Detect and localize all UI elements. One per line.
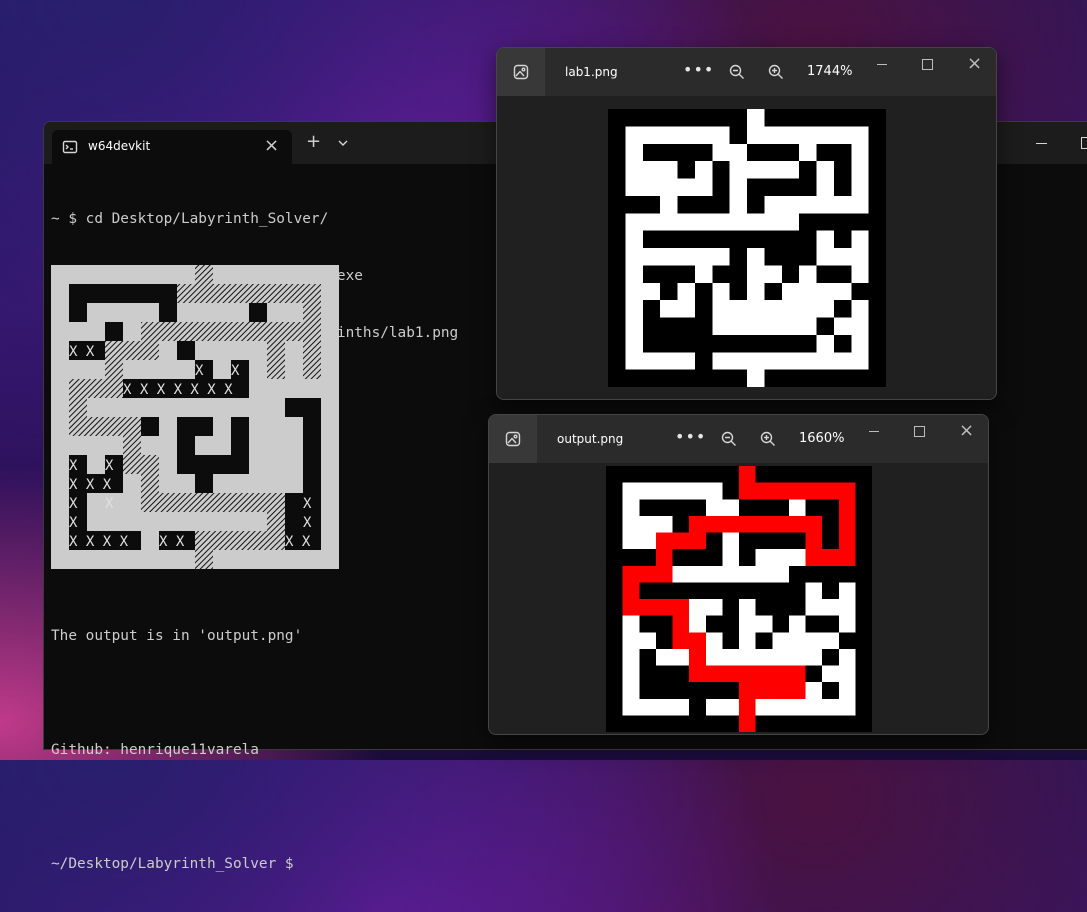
zoom-out-icon[interactable] <box>721 431 737 447</box>
svg-text:X: X <box>69 515 78 531</box>
terminal-output-tail: The output is in 'output.png' Github: he… <box>51 589 302 912</box>
maze-image <box>608 109 886 387</box>
ascii-maze: X X X X X X X X X X X X X X X X X X X X … <box>51 265 339 573</box>
close-tab-icon[interactable]: × <box>264 136 279 156</box>
solved-maze-image <box>606 466 872 732</box>
terminal-prompt[interactable]: ~/Desktop/Labyrinth_Solver $ <box>51 855 302 874</box>
svg-text:X: X <box>195 363 204 379</box>
zoom-in-icon[interactable] <box>760 431 776 447</box>
more-options-icon[interactable]: ••• <box>683 60 714 79</box>
minimize-button[interactable] <box>1036 143 1047 144</box>
svg-text:X X X X X X X: X X X X X X X <box>123 382 233 398</box>
svg-text:X: X <box>105 458 114 474</box>
photo-titlebar: lab1.png ••• 1744% × <box>497 48 996 96</box>
svg-text:X: X <box>303 496 312 512</box>
terminal-line: The output is in 'output.png' <box>51 628 303 644</box>
photo-viewer-lab1: lab1.png ••• 1744% × <box>496 47 997 400</box>
more-options-icon[interactable]: ••• <box>675 427 706 446</box>
svg-text:X X: X X <box>285 534 311 550</box>
new-tab-button[interactable]: + <box>306 132 321 152</box>
terminal-tab[interactable]: w64devkit × <box>52 130 292 164</box>
zoom-out-icon[interactable] <box>729 64 745 80</box>
svg-text:X: X <box>105 496 114 512</box>
terminal-line: ~ $ cd Desktop/Labyrinth_Solver/ <box>51 211 329 227</box>
maximize-button[interactable] <box>922 59 933 70</box>
photo-filename: output.png <box>557 432 624 446</box>
close-button[interactable]: × <box>959 420 974 441</box>
zoom-level[interactable]: 1744% <box>807 64 852 79</box>
terminal-icon <box>62 140 78 154</box>
photos-app-icon <box>489 415 537 463</box>
svg-text:X: X <box>69 458 78 474</box>
minimize-button[interactable] <box>869 431 879 432</box>
svg-text:X: X <box>303 515 312 531</box>
svg-text:X: X <box>69 496 78 512</box>
svg-text:X X X: X X X <box>69 477 112 493</box>
zoom-level[interactable]: 1660% <box>799 431 844 446</box>
maximize-button[interactable] <box>914 426 925 437</box>
photo-titlebar: output.png ••• 1660% × <box>489 415 988 463</box>
svg-text:X X: X X <box>69 344 95 360</box>
terminal-line: Github: henrique11varela <box>51 742 259 758</box>
svg-text:X X: X X <box>159 534 185 550</box>
photo-viewer-output: output.png ••• 1660% × <box>488 414 989 735</box>
close-button[interactable]: × <box>967 53 982 74</box>
photos-app-icon <box>497 48 545 96</box>
chevron-down-icon[interactable] <box>338 139 348 147</box>
zoom-in-icon[interactable] <box>768 64 784 80</box>
minimize-button[interactable] <box>877 64 887 65</box>
maximize-button[interactable] <box>1081 137 1087 149</box>
terminal-tab-title: w64devkit <box>88 139 151 153</box>
svg-text:X X X X: X X X X <box>69 534 129 550</box>
svg-text:X: X <box>231 363 240 379</box>
photo-filename: lab1.png <box>565 65 618 79</box>
